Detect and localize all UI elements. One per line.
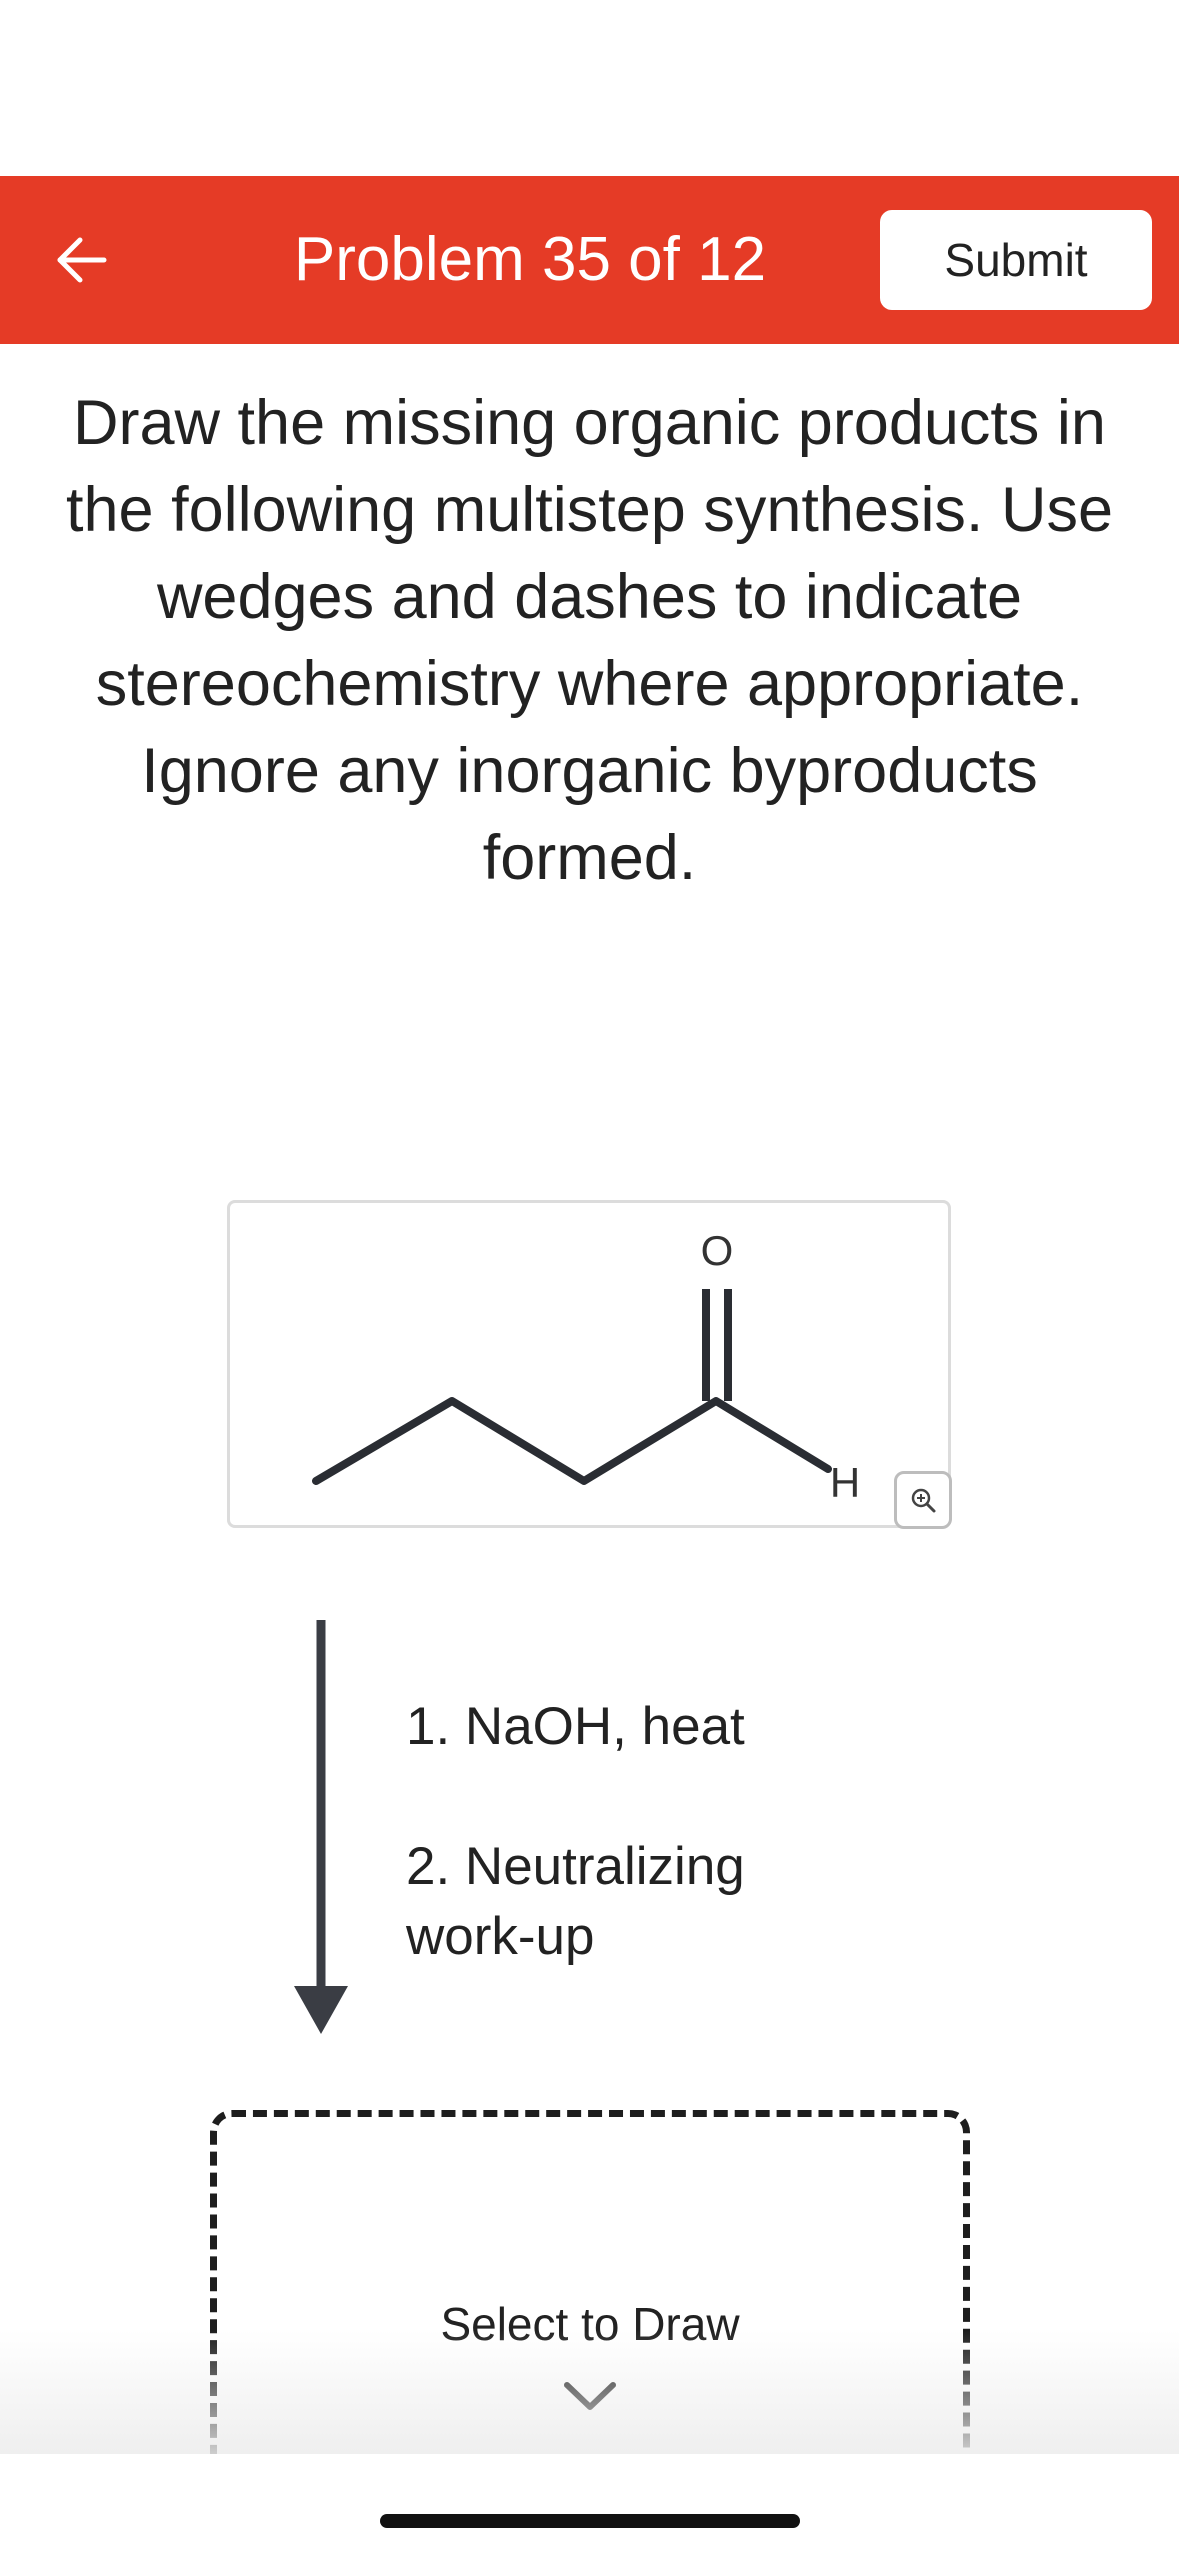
bottom-safe-area xyxy=(0,2454,1179,2556)
question-text: Draw the missing organic products in the… xyxy=(66,388,1113,893)
home-indicator[interactable] xyxy=(380,2514,800,2528)
page: Problem 35 of 12 Submit Draw the missing… xyxy=(0,0,1179,2556)
select-to-draw-label: Select to Draw xyxy=(440,2298,740,2350)
zoom-in-icon xyxy=(911,1488,936,1513)
zoom-button[interactable] xyxy=(894,1471,952,1529)
reaction-arrow xyxy=(294,1620,348,2034)
problem-counter-title: Problem 35 of 12 xyxy=(293,225,767,294)
hydrogen-atom-label: H xyxy=(830,1459,860,1506)
submit-button[interactable]: Submit xyxy=(880,210,1152,310)
oxygen-atom-label: O xyxy=(701,1227,734,1274)
condition-step-2: 2. Neutralizing work-up xyxy=(406,1837,745,1966)
arrow-left-icon xyxy=(57,237,107,283)
molecule-structure: O H xyxy=(312,1227,860,1506)
condition-step-1: 1. NaOH, heat xyxy=(406,1697,745,1756)
chevron-down-icon xyxy=(564,2382,616,2410)
back-button[interactable] xyxy=(50,228,114,292)
starting-material-card: O H xyxy=(227,1200,952,1529)
header-bar: Problem 35 of 12 Submit xyxy=(0,176,1179,344)
